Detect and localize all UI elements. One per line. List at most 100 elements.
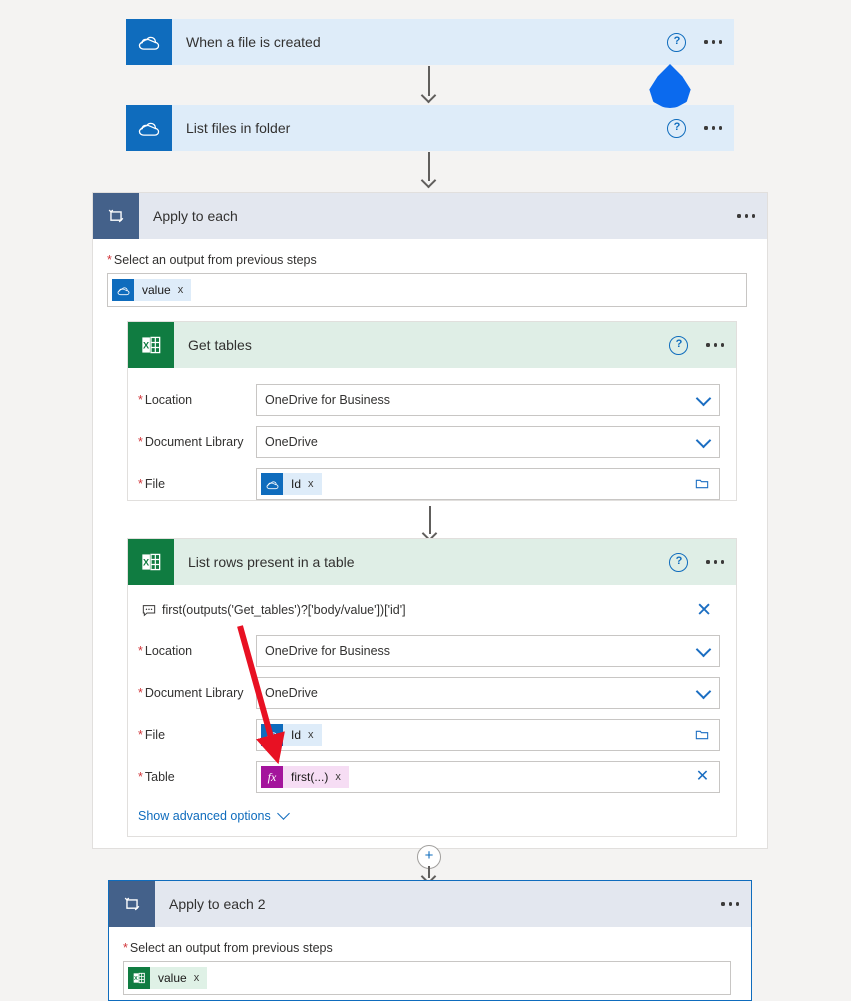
token-remove-icon[interactable]: x [194,972,200,984]
help-icon[interactable]: ? [669,552,689,572]
field-label: * Table [138,770,175,784]
chevron-down-icon [276,807,290,820]
token-body: first(...) x [283,766,349,788]
field-row-location: * Location OneDrive for Business [130,635,720,667]
chevron-down-icon[interactable] [695,683,712,700]
file-token-input[interactable]: Id x [256,468,720,500]
token-text: first(...) [291,770,329,784]
output-label: * Select an output from previous steps [123,941,333,955]
scope-output-selector: * Select an output from previous steps va… [93,239,767,307]
document-library-dropdown[interactable]: OneDrive [256,677,720,709]
field-value: OneDrive for Business [265,393,391,407]
more-commands-icon[interactable] [704,554,726,569]
field-row-file: * File Id x [130,719,720,751]
required-asterisk: * [107,253,112,267]
chevron-down-icon[interactable] [695,390,712,407]
field-value: OneDrive for Business [265,644,391,658]
step-card-get-tables[interactable]: X Get tables ? * Location OneDrive for Bu… [127,321,737,501]
token-remove-icon[interactable]: x [178,284,184,296]
token-id[interactable]: Id x [261,473,322,495]
show-advanced-options-button[interactable]: Show advanced options [130,807,720,823]
connector-arrow-icon [420,90,436,100]
chevron-down-icon[interactable] [695,432,712,449]
location-dropdown[interactable]: OneDrive for Business [256,384,720,416]
excel-icon: X [128,967,150,989]
chevron-down-icon[interactable] [695,641,712,658]
token-text: value [142,283,171,297]
card-header[interactable]: List files in folder ? [126,105,734,151]
token-id[interactable]: Id x [261,724,322,746]
location-dropdown[interactable]: OneDrive for Business [256,635,720,667]
advanced-options-label: Show advanced options [138,809,271,823]
step-card-when-a-file-is-created[interactable]: When a file is created ? [126,19,734,65]
card-header-actions: ? [669,322,726,368]
svg-text:X: X [134,976,138,982]
scope-card-apply-to-each-2[interactable]: Apply to each 2 * Select an output from p… [108,880,752,1001]
clear-icon[interactable]: ✕ [695,769,710,785]
connector-arrow-icon [421,528,437,538]
loop-icon [93,193,139,239]
more-commands-icon[interactable] [735,208,757,223]
token-value[interactable]: value x [112,279,192,301]
scope-header-actions [719,881,741,927]
more-commands-icon[interactable] [704,337,726,352]
token-remove-icon[interactable]: x [335,771,341,783]
card-header-actions: ? [667,19,724,65]
field-label: * Document Library [138,686,244,700]
card-title: List files in folder [186,120,291,136]
scope-card-apply-to-each[interactable]: Apply to each * Select an output from pre… [92,192,768,849]
step-card-list-files-in-folder[interactable]: List files in folder ? [126,105,734,151]
scope-header-actions [735,193,757,239]
card-header[interactable]: When a file is created ? [126,19,734,65]
token-remove-icon[interactable]: x [308,729,314,741]
step-card-list-rows-present-in-a-table[interactable]: X List rows present in a table ? first(o… [127,538,737,837]
field-label: * Location [138,393,193,407]
required-asterisk: * [138,435,143,449]
more-commands-icon[interactable] [719,896,741,911]
required-asterisk: * [138,686,143,700]
token-expression-first[interactable]: fx first(...) x [261,766,349,788]
field-row-document-library: * Document Library OneDrive [130,677,720,709]
token-text: Id [291,477,302,491]
fx-icon: fx [261,766,283,788]
more-commands-icon[interactable] [702,120,724,135]
more-commands-icon[interactable] [702,34,724,49]
output-token-input[interactable]: value x [107,273,747,307]
required-asterisk: * [138,770,143,784]
token-body: Id x [283,473,322,495]
flow-designer-canvas: When a file is created ? List files in f… [0,0,851,1001]
token-body: value x [134,279,192,301]
onedrive-icon [261,473,283,495]
help-icon[interactable]: ? [667,32,687,52]
required-asterisk: * [138,477,143,491]
comment-icon [136,602,162,618]
token-remove-icon[interactable]: x [308,478,314,490]
folder-icon[interactable] [694,727,710,746]
output-token-input[interactable]: X value x [123,961,731,995]
field-row-file: * File Id x [130,468,720,500]
close-icon[interactable]: ✕ [696,601,712,621]
field-label: * Location [138,644,193,658]
scope-header[interactable]: Apply to each [93,193,767,239]
card-header[interactable]: X Get tables ? [128,322,736,368]
scope-output-selector: * Select an output from previous steps X … [109,927,751,995]
excel-icon: X [128,539,174,585]
folder-icon[interactable] [694,476,710,495]
token-value[interactable]: X value x [128,967,208,989]
card-title: List rows present in a table [188,554,355,570]
field-label: * File [138,477,166,491]
expression-text: first(outputs('Get_tables')?['body/value… [162,603,406,617]
scope-header[interactable]: Apply to each 2 [109,881,751,927]
file-token-input[interactable]: Id x [256,719,720,751]
scope-title: Apply to each [153,208,238,224]
field-label: * Document Library [138,435,244,449]
onedrive-icon [261,724,283,746]
field-value: OneDrive [265,435,318,449]
field-row-table: * Table fx first(...) x ✕ [130,761,720,793]
help-icon[interactable]: ? [669,335,689,355]
table-expression-input[interactable]: fx first(...) x ✕ [256,761,720,793]
field-label: * File [138,728,166,742]
help-icon[interactable]: ? [667,118,687,138]
card-header[interactable]: X List rows present in a table ? [128,539,736,585]
document-library-dropdown[interactable]: OneDrive [256,426,720,458]
